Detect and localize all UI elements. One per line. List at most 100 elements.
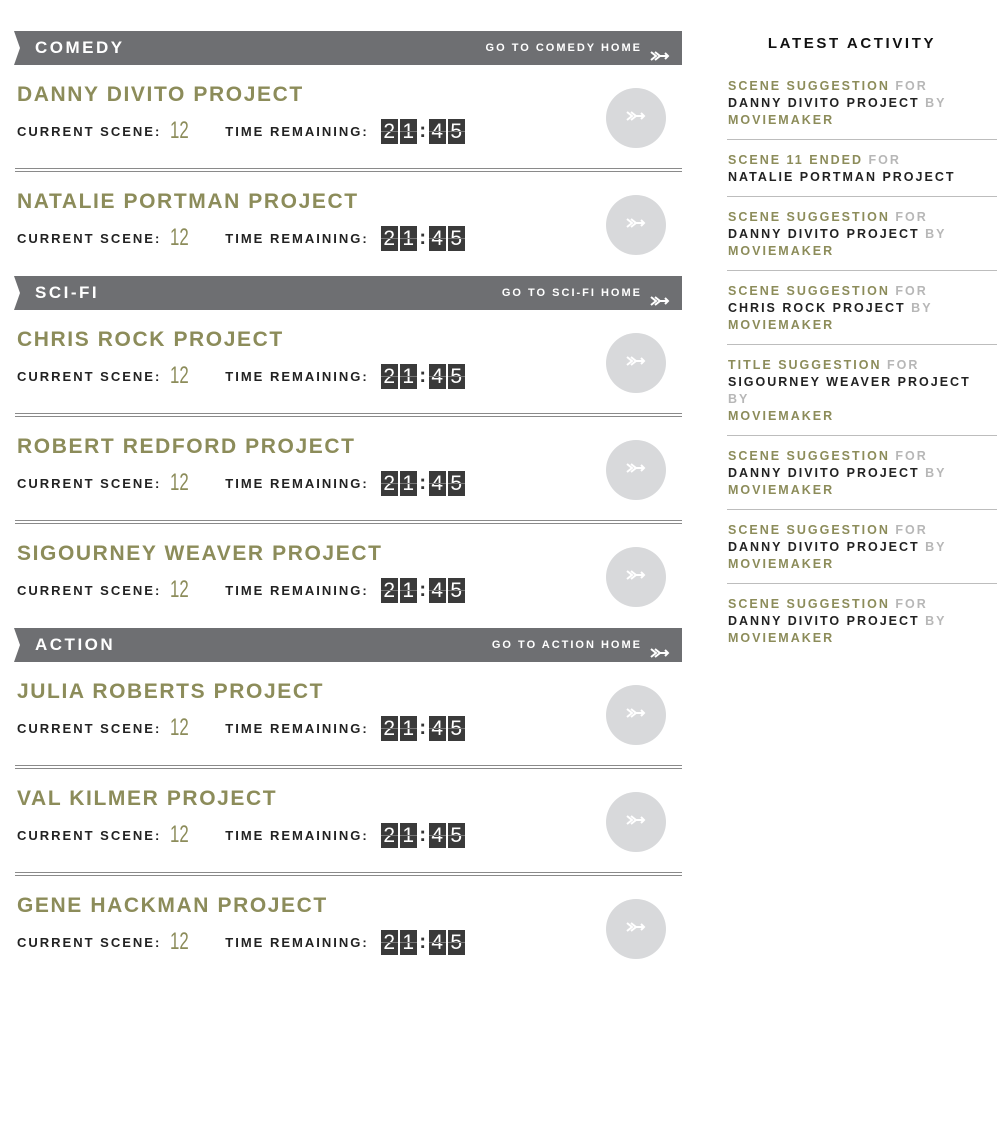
activity-user: MOVIEMAKER [728, 557, 835, 571]
clock-digit: 1 [399, 225, 417, 251]
activity-type: SCENE SUGGESTION [728, 284, 890, 298]
activity-for: FOR [895, 449, 928, 463]
project-title[interactable]: CHRIS ROCK PROJECT [17, 328, 284, 352]
open-project-button[interactable] [606, 685, 666, 745]
activity-item[interactable]: SCENE SUGGESTION FOR DANNY DIVITO PROJECT… [727, 594, 997, 657]
activity-by: BY [925, 96, 947, 110]
category-header-sci-fi: SCI-FI GO TO SCI-FI HOME [14, 276, 682, 310]
activity-title: LATEST ACTIVITY [767, 35, 937, 52]
activity-user: MOVIEMAKER [728, 318, 835, 332]
category-header-action: ACTION GO TO ACTION HOME [14, 628, 682, 662]
project-card: DANNY DIVITO PROJECT CURRENT SCENE: 12 TIME… [14, 65, 682, 172]
project-meta: CURRENT SCENE: 12 TIME REMAINING: 2 1:4 5 [17, 117, 467, 145]
clock-colon: : [419, 471, 427, 494]
clock-digit: 5 [447, 715, 465, 741]
go-to-category-home-link[interactable]: GO TO COMEDY HOME [486, 31, 670, 65]
clock-colon: : [419, 364, 427, 387]
current-scene-value: 12 [170, 928, 189, 955]
clock-digit: 1 [399, 715, 417, 741]
project-title[interactable]: SIGOURNEY WEAVER PROJECT [17, 542, 383, 566]
clock-digit: 4 [428, 822, 446, 848]
project-title[interactable]: DANNY DIVITO PROJECT [17, 83, 304, 107]
open-project-button[interactable] [606, 547, 666, 607]
project-title[interactable]: ROBERT REDFORD PROJECT [17, 435, 356, 459]
project-title[interactable]: GENE HACKMAN PROJECT [17, 894, 328, 918]
project-title[interactable]: NATALIE PORTMAN PROJECT [17, 190, 359, 214]
open-project-button[interactable] [606, 792, 666, 852]
activity-item[interactable]: SCENE SUGGESTION FOR DANNY DIVITO PROJECT… [727, 446, 997, 510]
category-home-link-label: GO TO COMEDY HOME [485, 42, 642, 54]
clock-digit: 4 [428, 225, 446, 251]
activity-item[interactable]: TITLE SUGGESTION FOR SIGOURNEY WEAVER PRO… [727, 355, 997, 436]
double-arrow-icon [650, 639, 670, 658]
project-meta: CURRENT SCENE: 12 TIME REMAINING: 2 1:4 5 [17, 821, 467, 849]
activity-by: BY [925, 227, 947, 241]
activity-item[interactable]: SCENE SUGGESTION FOR CHRIS ROCK PROJECT B… [727, 281, 997, 345]
category-header-comedy: COMEDY GO TO COMEDY HOME [14, 31, 682, 65]
double-arrow-icon [626, 461, 646, 479]
project-meta: CURRENT SCENE: 12 TIME REMAINING: 2 1:4 5 [17, 928, 467, 956]
activity-user: MOVIEMAKER [728, 244, 835, 258]
double-arrow-icon [626, 706, 646, 724]
project-title[interactable]: JULIA ROBERTS PROJECT [17, 680, 324, 704]
clock-digit: 5 [447, 822, 465, 848]
clock-colon: : [419, 578, 427, 601]
clock-digit: 4 [428, 577, 446, 603]
clock-digit: 2 [380, 470, 398, 496]
clock-colon: : [419, 716, 427, 739]
time-remaining-label: TIME REMAINING: [225, 934, 369, 950]
open-project-button[interactable] [606, 88, 666, 148]
activity-list: SCENE SUGGESTION FOR DANNY DIVITO PROJECT… [727, 76, 997, 657]
clock-digit: 5 [447, 929, 465, 955]
clock-digit: 4 [428, 470, 446, 496]
time-remaining-label: TIME REMAINING: [225, 475, 369, 491]
current-scene-label: CURRENT SCENE: [17, 934, 162, 950]
open-project-button[interactable] [606, 333, 666, 393]
clock-digit: 1 [399, 363, 417, 389]
activity-user: MOVIEMAKER [728, 409, 835, 423]
activity-item[interactable]: SCENE 11 ENDED FOR NATALIE PORTMAN PROJEC… [727, 150, 997, 197]
clock-digit: 2 [380, 118, 398, 144]
countdown-clock: 21:45 [380, 118, 467, 144]
activity-by: BY [911, 301, 933, 315]
activity-for: FOR [887, 358, 920, 372]
activity-user: MOVIEMAKER [728, 483, 835, 497]
clock-digit: 4 [428, 715, 446, 741]
countdown-clock: 21:45 [380, 470, 467, 496]
go-to-category-home-link[interactable]: GO TO ACTION HOME [492, 628, 670, 662]
activity-by: BY [925, 540, 947, 554]
category-title: ACTION [35, 635, 116, 654]
activity-project: DANNY DIVITO PROJECT [728, 614, 920, 628]
current-scene-label: CURRENT SCENE: [17, 475, 162, 491]
activity-item[interactable]: SCENE SUGGESTION FOR DANNY DIVITO PROJECT… [727, 207, 997, 271]
activity-item[interactable]: SCENE SUGGESTION FOR DANNY DIVITO PROJECT… [727, 76, 997, 140]
go-to-category-home-link[interactable]: GO TO SCI-FI HOME [502, 276, 670, 310]
open-project-button[interactable] [606, 195, 666, 255]
project-meta: CURRENT SCENE: 12 TIME REMAINING: 2 1:4 5 [17, 576, 467, 604]
double-arrow-icon [650, 42, 670, 61]
countdown-clock: 21:45 [380, 225, 467, 251]
activity-type: SCENE SUGGESTION [728, 523, 890, 537]
double-arrow-icon [626, 813, 646, 831]
clock-colon: : [419, 823, 427, 846]
project-card: JULIA ROBERTS PROJECT CURRENT SCENE: 12 TIM… [14, 662, 682, 769]
time-remaining-label: TIME REMAINING: [225, 827, 369, 843]
project-title[interactable]: VAL KILMER PROJECT [17, 787, 277, 811]
open-project-button[interactable] [606, 899, 666, 959]
clock-digit: 2 [380, 715, 398, 741]
activity-item[interactable]: SCENE SUGGESTION FOR DANNY DIVITO PROJECT… [727, 520, 997, 584]
clock-digit: 4 [428, 929, 446, 955]
current-scene-value: 12 [170, 117, 189, 144]
project-card: CHRIS ROCK PROJECT CURRENT SCENE: 12 TIME R… [14, 310, 682, 417]
project-card: VAL KILMER PROJECT CURRENT SCENE: 12 TIME R… [14, 769, 682, 876]
project-card: SIGOURNEY WEAVER PROJECT CURRENT SCENE: 12… [14, 524, 682, 628]
clock-digit: 5 [447, 577, 465, 603]
open-project-button[interactable] [606, 440, 666, 500]
category-home-link-label: GO TO ACTION HOME [491, 639, 642, 651]
double-arrow-icon [626, 568, 646, 586]
category-home-link-label: GO TO SCI-FI HOME [501, 287, 642, 299]
current-scene-value: 12 [170, 576, 189, 603]
activity-type: SCENE SUGGESTION [728, 449, 890, 463]
time-remaining-label: TIME REMAINING: [225, 123, 369, 139]
clock-digit: 5 [447, 118, 465, 144]
